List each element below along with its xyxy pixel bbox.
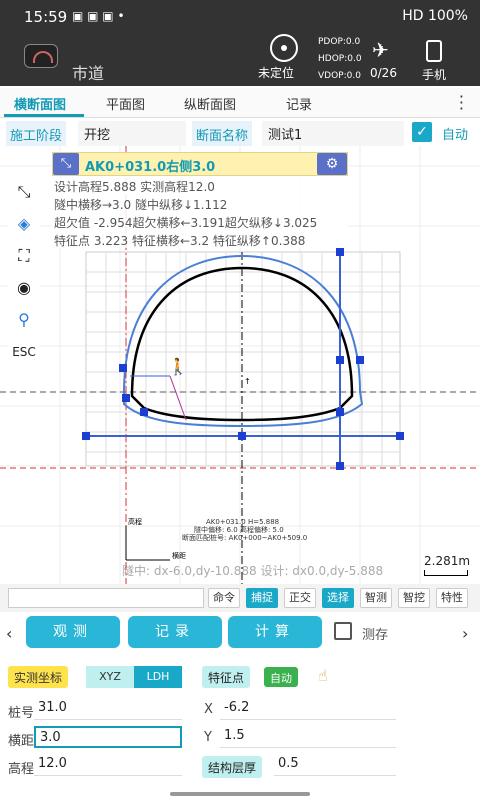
vdop: VDOP:0.0	[318, 71, 361, 81]
store-label: 测存	[362, 628, 389, 643]
ldh-toggle[interactable]: LDH	[134, 666, 182, 688]
tab-cross-section[interactable]: 横断面图	[14, 94, 66, 113]
layer-input[interactable]: 0.5	[274, 754, 396, 776]
cmd-ortho[interactable]: 正交	[284, 588, 316, 608]
measure-icon[interactable]: ⚲	[8, 306, 40, 334]
auto-checkbox[interactable]: ✓	[412, 122, 432, 142]
esc-button[interactable]: ESC	[8, 338, 40, 366]
shrink-icon[interactable]: ⤡	[8, 178, 40, 206]
hdop: HDOP:0.0	[318, 54, 362, 64]
clock: 15:59	[24, 8, 68, 26]
y-input[interactable]: 1.5	[220, 726, 396, 748]
coords-footer: 隧中: dx-6.0,dy-10.888 设计: dx0.0,dy-5.888	[122, 564, 384, 578]
collapse-icon[interactable]: ⤡	[53, 153, 79, 175]
satellite-count: 0/26	[370, 66, 397, 80]
design-profile	[123, 254, 364, 428]
prev-arrow-icon[interactable]: ‹	[6, 624, 12, 643]
tab-indicator	[4, 114, 84, 117]
status-bar: 15:59 ▣ ▣ ▣ • HD 100%	[0, 0, 480, 34]
overbreak-line	[169, 375, 187, 421]
cmd-command[interactable]: 命令	[208, 588, 240, 608]
section-input[interactable]: 测试1	[262, 121, 404, 146]
scale-label: 2.281m	[424, 554, 471, 568]
next-arrow-icon[interactable]: ›	[462, 624, 468, 643]
tab-profile[interactable]: 纵断面图	[184, 94, 236, 113]
store-checkbox[interactable]	[334, 622, 352, 640]
elevation-input[interactable]: 12.0	[34, 754, 182, 776]
coord-mode-label: 实测坐标	[8, 666, 69, 688]
tab-plan[interactable]: 平面图	[106, 94, 145, 113]
stage-input[interactable]: 开挖	[78, 121, 186, 146]
annot-2: 隧中偏移: 6.0 高程偏移: 5.0	[194, 525, 284, 534]
stake-label: 桩号	[8, 706, 35, 721]
legend-y-label: 高程	[128, 517, 142, 526]
layers-icon[interactable]: ◈	[8, 210, 40, 238]
cmd-smart-dig[interactable]: 智挖	[398, 588, 430, 608]
image-icon: ▣ ▣ ▣ •	[72, 9, 125, 23]
x-label: X	[204, 702, 213, 717]
auto-button[interactable]: 自动	[264, 667, 298, 687]
pdop: PDOP:0.0	[318, 37, 361, 47]
cmd-select[interactable]: 选择	[322, 588, 354, 608]
command-input[interactable]	[8, 588, 204, 608]
info-row-3: 超欠值 -2.954超欠横移←3.191超欠纵移↓3.025	[54, 216, 318, 230]
xyz-toggle[interactable]: XYZ	[86, 666, 134, 688]
cmd-snap[interactable]: 捕捉	[246, 588, 278, 608]
cmd-smart-measure[interactable]: 智测	[360, 588, 392, 608]
gps-icon[interactable]	[270, 34, 298, 62]
auto-label: 自动	[442, 128, 469, 143]
tab-record[interactable]: 记录	[286, 94, 312, 113]
gesture-bar	[170, 792, 310, 796]
satellite-icon[interactable]: ✈	[372, 38, 389, 62]
gps-status: 未定位	[258, 66, 295, 80]
hand-pointer-icon[interactable]: ☝	[318, 666, 328, 685]
dop-values: PDOP:0.0 HDOP:0.0 VDOP:0.0	[318, 34, 362, 85]
stage-label: 施工阶段	[6, 121, 67, 148]
info-row-2: 隧中横移→3.0 隧中纵移↓1.112	[54, 198, 228, 212]
observe-button[interactable]: 观测	[26, 616, 120, 648]
distance-input[interactable]: 3.0	[34, 726, 182, 748]
app-logo-icon[interactable]	[24, 44, 58, 68]
eye-icon[interactable]: ◉	[8, 274, 40, 302]
info-panel: ⤡ AK0+031.0右侧3.0 ⚙ 设计高程5.888 实测高程12.0 隧中…	[52, 152, 348, 248]
legend-x-label: 横距	[172, 551, 186, 560]
calculate-button[interactable]: 计算	[228, 616, 322, 648]
device-label: 手机	[422, 68, 447, 82]
surveyor-icon: 🚶	[168, 357, 188, 376]
info-header: ⤡ AK0+031.0右侧3.0 ⚙	[52, 152, 348, 176]
axis-mark: ↑	[244, 377, 251, 386]
gear-icon[interactable]: ⚙	[317, 153, 347, 175]
feature-label: 特征点	[202, 666, 251, 688]
status-right: HD 100%	[402, 8, 468, 24]
annot-3: 断面匹配桩号: AK0+000~AK0+509.0	[182, 533, 307, 542]
annotations: AK0+031.0 H=5.888 隧中偏移: 6.0 高程偏移: 5.0 断面…	[182, 518, 307, 542]
more-menu-icon[interactable]: · · ·	[459, 89, 464, 117]
stake-title: AK0+031.0右侧3.0	[85, 160, 216, 175]
app-title: 巿道	[72, 64, 105, 83]
layer-label: 结构层厚	[202, 756, 263, 778]
scale-bar	[424, 570, 468, 576]
elevation-label: 高程	[8, 762, 35, 777]
info-row-1: 设计高程5.888 实测高程12.0	[54, 180, 215, 194]
x-input[interactable]: -6.2	[220, 698, 396, 720]
record-button[interactable]: 记录	[128, 616, 222, 648]
info-row-4: 特征点 3.223 特征横移←3.2 特征纵移↑0.388	[54, 234, 306, 248]
annot-1: AK0+031.0 H=5.888	[206, 518, 279, 526]
stake-input[interactable]: 31.0	[34, 698, 182, 720]
y-label: Y	[204, 730, 212, 745]
cmd-properties[interactable]: 特性	[436, 588, 468, 608]
distance-label: 横距	[8, 734, 35, 749]
fullscreen-icon[interactable]: ⛶	[8, 242, 40, 270]
section-label: 断面名称	[192, 121, 253, 148]
phone-icon[interactable]	[426, 40, 442, 62]
